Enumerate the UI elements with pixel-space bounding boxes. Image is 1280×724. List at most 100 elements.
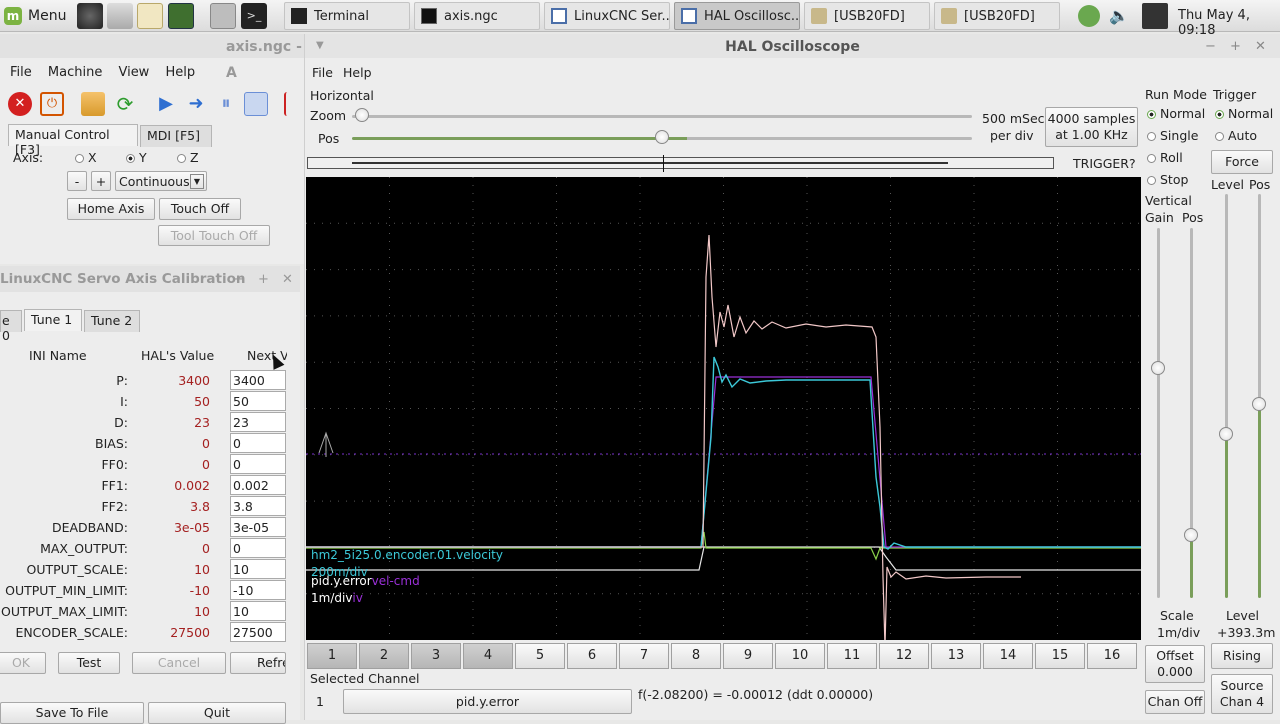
close-icon[interactable]: ✕ [282, 272, 293, 287]
refresh-button[interactable]: Refre [230, 652, 286, 674]
close-icon[interactable]: ✕ [1255, 39, 1266, 54]
trigger-pos-knob[interactable] [1252, 397, 1266, 411]
jog-mode-select[interactable]: Continuous ▼ [115, 171, 207, 191]
param-next-input[interactable]: 10 [230, 601, 286, 621]
channel-button-6[interactable]: 6 [567, 643, 617, 669]
param-next-input[interactable]: 3400 [230, 370, 286, 390]
vertical-pos-slider[interactable] [1190, 228, 1193, 598]
quit-button[interactable]: Quit [148, 702, 286, 724]
stop-program-icon[interactable] [244, 92, 268, 116]
trigger-level-knob[interactable] [1219, 427, 1233, 441]
jog-minus-button[interactable]: - [67, 171, 87, 191]
selected-channel-name-button[interactable]: pid.y.error [343, 689, 632, 714]
task-usb-folder-1[interactable]: [USB20FD] [804, 2, 930, 30]
samples-button[interactable]: 4000 samples at 1.00 KHz [1045, 107, 1138, 147]
trigger-mode-normal[interactable]: Normal [1215, 106, 1273, 121]
task-terminal[interactable]: Terminal [284, 2, 410, 30]
channel-button-9[interactable]: 9 [723, 643, 773, 669]
menu-file[interactable]: File [10, 65, 32, 80]
channel-button-4[interactable]: 4 [463, 643, 513, 669]
rising-edge-button[interactable]: Rising [1211, 643, 1273, 669]
minimize-icon[interactable]: − [1205, 39, 1216, 54]
block-delete-icon[interactable] [284, 92, 300, 116]
home-axis-button[interactable]: Home Axis [67, 198, 155, 220]
chan-off-button[interactable]: Chan Off [1145, 690, 1205, 714]
tab-manual-control[interactable]: Manual Control [F3] [8, 124, 138, 157]
run-mode-roll[interactable]: Roll [1147, 150, 1183, 165]
trigger-pos-slider[interactable] [1258, 194, 1261, 598]
channel-button-7[interactable]: 7 [619, 643, 669, 669]
menu-machine[interactable]: Machine [48, 65, 102, 80]
system-monitor-launcher-icon[interactable] [168, 3, 194, 29]
param-next-input[interactable]: 50 [230, 391, 286, 411]
window-menu-icon[interactable]: ▼ [316, 40, 324, 51]
scope-menu-help[interactable]: Help [343, 65, 372, 80]
param-next-input[interactable]: 0.002 [230, 475, 286, 495]
scope-menu-file[interactable]: File [312, 65, 333, 80]
channel-button-3[interactable]: 3 [411, 643, 461, 669]
task-usb-folder-2[interactable]: [USB20FD] [934, 2, 1060, 30]
channel-button-2[interactable]: 2 [359, 643, 409, 669]
text-editor-launcher-icon[interactable] [137, 3, 163, 29]
channel-button-5[interactable]: 5 [515, 643, 565, 669]
vertical-pos-knob[interactable] [1184, 528, 1198, 542]
axis-radio-z[interactable]: Z [177, 150, 199, 165]
task-axis[interactable]: axis.ngc [414, 2, 540, 30]
run-program-icon[interactable]: ▶ [154, 92, 178, 116]
tab-tune-0[interactable]: e 0 [0, 310, 22, 343]
terminal-launcher-icon[interactable]: >_ [241, 3, 267, 29]
channel-button-8[interactable]: 8 [671, 643, 721, 669]
channel-button-13[interactable]: 13 [931, 643, 981, 669]
channel-button-11[interactable]: 11 [827, 643, 877, 669]
step-program-icon[interactable]: ➜ [184, 92, 208, 116]
pause-program-icon[interactable]: ⏸ [214, 92, 238, 116]
tab-mdi[interactable]: MDI [F5] [140, 125, 212, 147]
offset-button[interactable]: Offset 0.000 [1145, 645, 1205, 683]
touch-off-button[interactable]: Touch Off [159, 198, 241, 220]
channel-button-1[interactable]: 1 [307, 643, 357, 669]
menu-view[interactable]: View [118, 65, 149, 80]
run-mode-normal[interactable]: Normal [1147, 106, 1205, 121]
channel-button-15[interactable]: 15 [1035, 643, 1085, 669]
maximize-icon[interactable]: + [1230, 39, 1241, 54]
run-mode-stop[interactable]: Stop [1147, 172, 1188, 187]
network-icon[interactable] [1142, 3, 1168, 29]
param-next-input[interactable]: -10 [230, 580, 286, 600]
vertical-gain-knob[interactable] [1151, 361, 1165, 375]
update-manager-icon[interactable] [1078, 5, 1100, 27]
trigger-mode-auto[interactable]: Auto [1215, 128, 1257, 143]
minimize-icon[interactable]: − [233, 272, 244, 287]
axis-radio-x[interactable]: X [75, 150, 97, 165]
media-launcher-icon[interactable] [77, 3, 103, 29]
channel-button-14[interactable]: 14 [983, 643, 1033, 669]
param-next-input[interactable]: 3e-05 [230, 517, 286, 537]
param-next-input[interactable]: 27500 [230, 622, 286, 642]
channel-button-12[interactable]: 12 [879, 643, 929, 669]
save-to-file-button[interactable]: Save To File [0, 702, 144, 724]
channel-button-10[interactable]: 10 [775, 643, 825, 669]
param-next-input[interactable]: 23 [230, 412, 286, 432]
machine-power-icon[interactable]: ⏻ [40, 92, 64, 116]
pos-slider-knob[interactable] [655, 130, 669, 144]
open-file-icon[interactable] [81, 92, 105, 116]
task-hal-oscilloscope[interactable]: HAL Oscillosc... [674, 2, 800, 30]
jog-plus-button[interactable]: + [91, 171, 111, 191]
gimp-launcher-icon[interactable] [107, 3, 133, 29]
vertical-gain-slider[interactable] [1157, 228, 1160, 598]
axis-radio-y[interactable]: Y [126, 150, 147, 165]
tab-tune-1[interactable]: Tune 1 [24, 309, 82, 331]
param-next-input[interactable]: 3.8 [230, 496, 286, 516]
trigger-level-slider[interactable] [1225, 194, 1228, 598]
start-menu-button[interactable]: m Menu [4, 4, 66, 28]
channel-button-16[interactable]: 16 [1087, 643, 1137, 669]
param-next-input[interactable]: 0 [230, 538, 286, 558]
zoom-slider[interactable] [352, 115, 972, 118]
force-trigger-button[interactable]: Force [1211, 150, 1273, 174]
show-desktop-icon[interactable] [210, 3, 236, 29]
param-next-input[interactable]: 0 [230, 433, 286, 453]
source-button[interactable]: Source Chan 4 [1211, 674, 1273, 714]
test-button[interactable]: Test [58, 652, 120, 674]
task-calibration[interactable]: LinuxCNC Ser... [544, 2, 670, 30]
tab-tune-2[interactable]: Tune 2 [84, 310, 140, 332]
maximize-icon[interactable]: + [258, 272, 269, 287]
